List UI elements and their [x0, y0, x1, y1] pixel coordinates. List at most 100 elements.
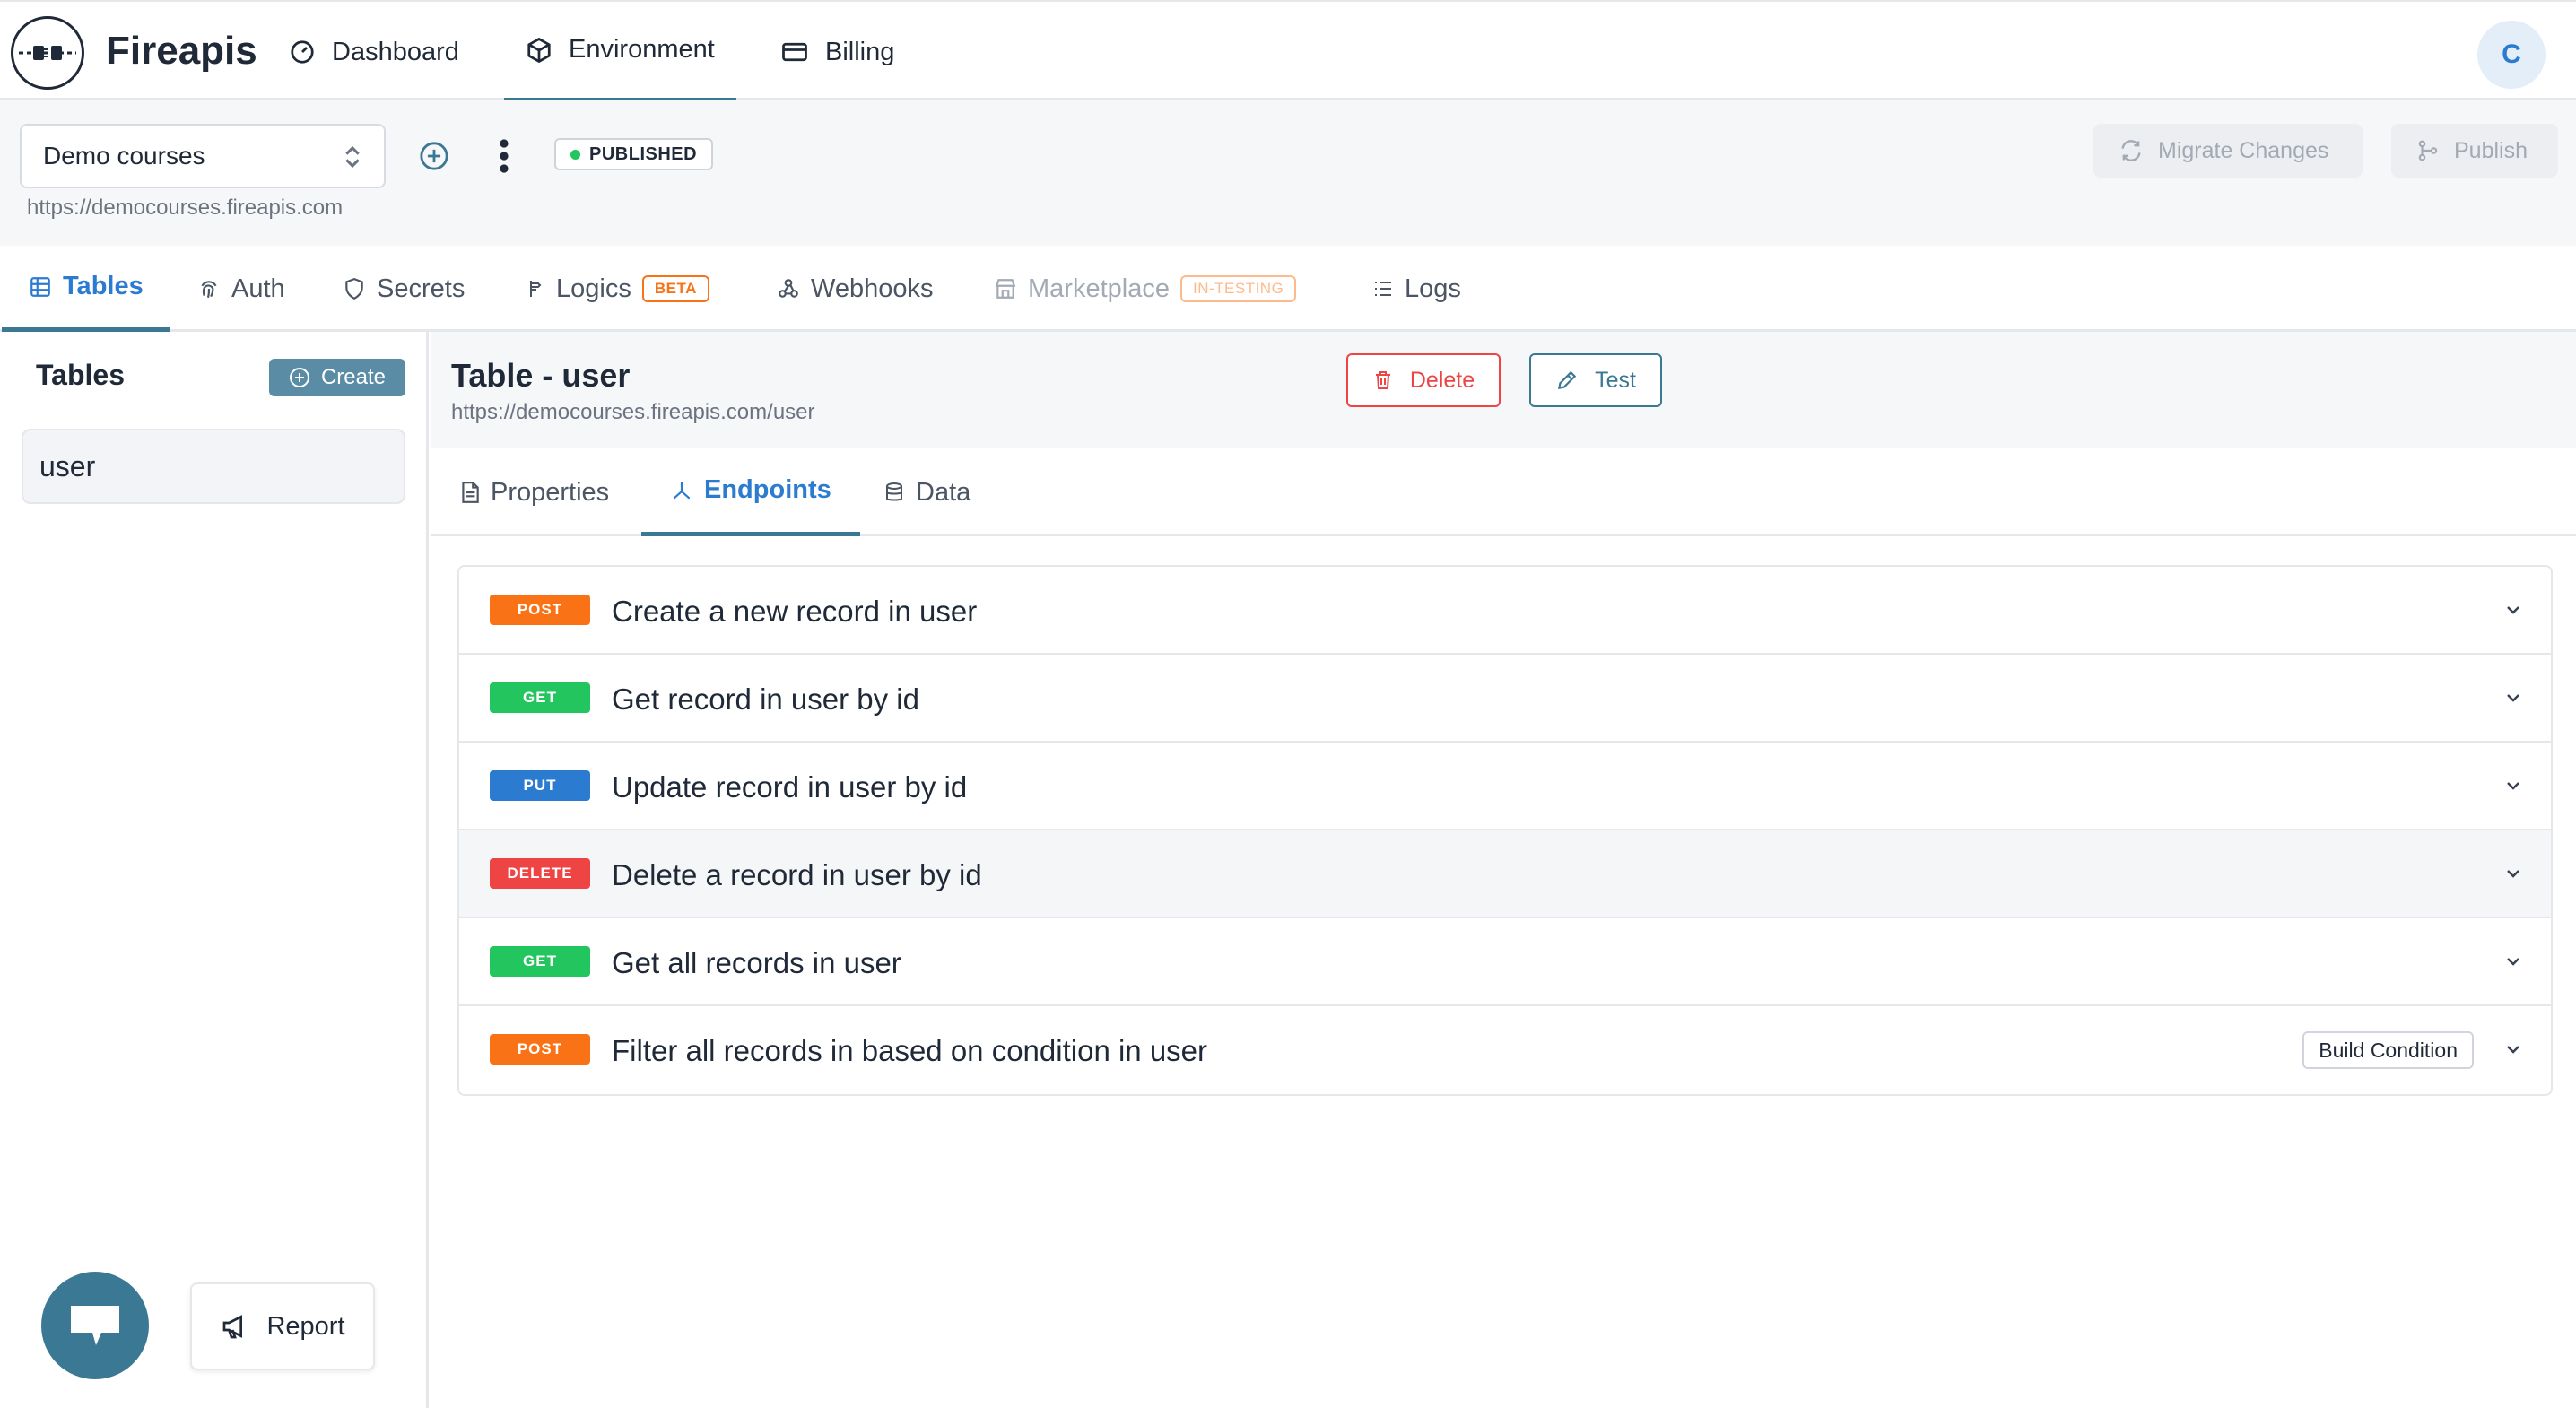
endpoint-label: Update record in user by id: [612, 770, 968, 804]
tab-secrets[interactable]: Secrets: [316, 246, 492, 332]
build-condition-button[interactable]: Build Condition: [2302, 1031, 2474, 1069]
tab-logics[interactable]: Logics BETA: [497, 246, 736, 332]
chevron-down-icon[interactable]: [2502, 1039, 2524, 1060]
chevron-down-icon[interactable]: [2502, 951, 2524, 972]
logic-icon: [530, 281, 542, 297]
chevron-down-icon[interactable]: [2502, 775, 2524, 796]
method-badge: DELETE: [490, 858, 590, 889]
method-badge: POST: [490, 595, 590, 625]
card-icon: [782, 42, 807, 62]
add-environment-button[interactable]: [416, 138, 452, 174]
endpoint-row[interactable]: POST Filter all records in based on cond…: [459, 1006, 2551, 1094]
tab-auth-label: Auth: [231, 274, 285, 303]
nav-environment[interactable]: Environment: [504, 2, 736, 102]
delete-table-button[interactable]: Delete: [1346, 353, 1501, 407]
table-header: Table - user https://democourses.fireapi…: [431, 332, 2576, 448]
plus-circle-icon: [289, 368, 309, 387]
nav-dashboard[interactable]: Dashboard: [267, 2, 481, 102]
nav-dashboard-label: Dashboard: [332, 37, 459, 66]
chevron-updown-icon: [345, 145, 360, 169]
trash-icon: [1375, 371, 1390, 389]
method-badge: GET: [490, 682, 590, 713]
tab-webhooks[interactable]: Webhooks: [750, 246, 961, 332]
endpoint-icon: [673, 481, 691, 499]
report-button[interactable]: Report: [190, 1282, 375, 1370]
list-icon: [1375, 282, 1391, 296]
tab-tables[interactable]: Tables: [2, 246, 170, 332]
vertical-dots-icon: [500, 139, 509, 173]
tab-logics-label: Logics: [556, 274, 631, 303]
test-label: Test: [1595, 367, 1636, 393]
endpoint-row[interactable]: DELETE Delete a record in user by id: [459, 830, 2551, 918]
create-table-button[interactable]: Create: [269, 359, 405, 396]
endpoint-label: Delete a record in user by id: [612, 858, 982, 891]
tab-endpoints[interactable]: Endpoints: [641, 448, 860, 536]
endpoint-label: Get all records in user: [612, 946, 901, 979]
more-options-button[interactable]: [488, 136, 520, 176]
fireapis-logo-icon[interactable]: [11, 16, 84, 90]
tab-data[interactable]: Data: [855, 448, 999, 536]
publish-label: Publish: [2454, 137, 2528, 163]
endpoint-row[interactable]: PUT Update record in user by id: [459, 743, 2551, 830]
endpoint-label: Filter all records in based on condition…: [612, 1034, 1208, 1067]
method-badge: PUT: [490, 770, 590, 801]
beta-tag: BETA: [641, 275, 709, 302]
store-icon: [995, 279, 1016, 299]
endpoint-row[interactable]: POST Create a new record in user: [459, 567, 2551, 655]
migrate-changes-button[interactable]: Migrate Changes: [2093, 124, 2363, 178]
app-name[interactable]: Fireapis: [106, 29, 257, 74]
pen-icon: [1558, 370, 1577, 390]
top-navigation: Fireapis Dashboard Environment Billing C: [0, 0, 2576, 102]
tab-marketplace[interactable]: Marketplace IN-TESTING: [967, 246, 1323, 332]
environment-select[interactable]: Demo courses: [20, 124, 386, 188]
endpoint-row[interactable]: GET Get record in user by id: [459, 655, 2551, 743]
user-avatar[interactable]: C: [2477, 21, 2546, 89]
endpoint-label: Get record in user by id: [612, 682, 919, 716]
chevron-down-icon[interactable]: [2502, 687, 2524, 708]
sidebar-item-user[interactable]: user: [22, 429, 405, 504]
tab-logs-label: Logs: [1405, 274, 1461, 303]
tab-properties-label: Properties: [491, 477, 610, 507]
nav-billing[interactable]: Billing: [759, 2, 916, 102]
shield-icon: [345, 278, 363, 300]
chevron-down-icon[interactable]: [2502, 863, 2524, 884]
report-label: Report: [266, 1311, 345, 1341]
megaphone-icon: [223, 1315, 243, 1339]
tab-properties[interactable]: Properties: [431, 448, 638, 536]
chat-bubble-icon: [71, 1306, 119, 1345]
git-branch-icon: [2418, 140, 2438, 161]
delete-label: Delete: [1409, 367, 1475, 393]
chevron-down-icon[interactable]: [2502, 599, 2524, 621]
gauge-icon: [291, 40, 314, 64]
endpoint-label: Create a new record in user: [612, 595, 978, 628]
migrate-changes-label: Migrate Changes: [2158, 137, 2329, 163]
tab-tables-label: Tables: [63, 272, 144, 300]
tab-auth[interactable]: Auth: [170, 246, 312, 332]
file-icon: [462, 482, 479, 503]
environment-url[interactable]: https://democourses.fireapis.com: [27, 196, 343, 221]
sidebar-item-label: user: [39, 449, 96, 482]
fingerprint-icon: [201, 281, 217, 299]
endpoints-list: POST Create a new record in user GET Get…: [457, 565, 2553, 1096]
nav-billing-label: Billing: [825, 37, 895, 66]
page-title: Table - user: [451, 357, 631, 394]
endpoint-row[interactable]: GET Get all records in user: [459, 918, 2551, 1006]
chat-button[interactable]: [41, 1272, 149, 1379]
method-badge: GET: [490, 946, 590, 977]
create-table-label: Create: [320, 365, 387, 389]
tab-logs[interactable]: Logs: [1345, 246, 1488, 332]
in-testing-tag: IN-TESTING: [1179, 275, 1297, 302]
publish-button[interactable]: Publish: [2391, 124, 2558, 178]
environment-select-value: Demo courses: [43, 142, 205, 169]
sidebar-title: Tables: [36, 359, 125, 391]
table-tabs: Properties Endpoints Data: [431, 448, 2576, 536]
test-table-button[interactable]: Test: [1529, 353, 1662, 407]
tab-webhooks-label: Webhooks: [811, 274, 934, 303]
status-dot-icon: [570, 149, 580, 160]
tab-endpoints-label: Endpoints: [704, 475, 831, 504]
method-badge: POST: [490, 1034, 590, 1065]
table-url[interactable]: https://democourses.fireapis.com/user: [451, 400, 815, 425]
database-icon: [886, 482, 902, 501]
status-badge-label: PUBLISHED: [589, 143, 698, 164]
tab-marketplace-label: Marketplace: [1028, 274, 1170, 303]
